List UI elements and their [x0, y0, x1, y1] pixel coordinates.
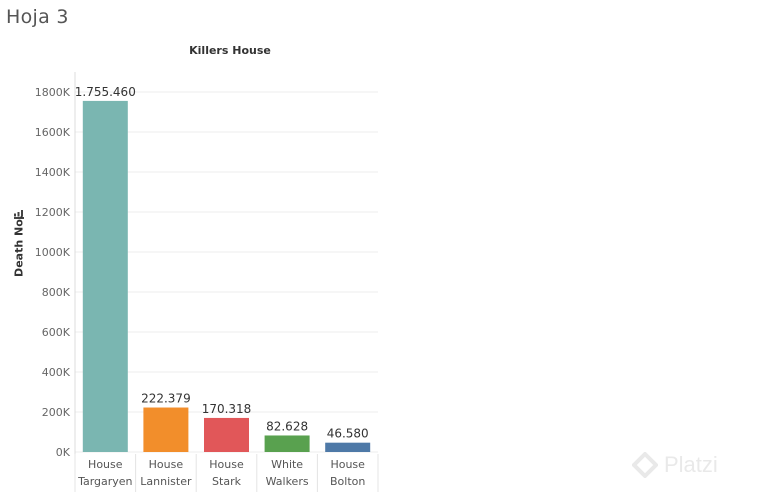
watermark-text: Platzi [664, 452, 718, 477]
x-tick-label: House [88, 458, 123, 471]
y-tick-label: 0K [56, 446, 71, 459]
y-tick-label: 200K [42, 406, 71, 419]
data-label: 46.580 [327, 427, 369, 441]
bar[interactable] [204, 417, 249, 452]
y-tick-label: 1400K [35, 166, 71, 179]
x-tick-label: Targaryen [77, 475, 132, 488]
x-tick-label: Lannister [140, 475, 192, 488]
y-tick-label: 1600K [35, 126, 71, 139]
y-tick-label: 1000K [35, 246, 71, 259]
platzi-logo-icon [632, 452, 658, 478]
x-tick-label: House [149, 458, 184, 471]
bar-chart: 0K 200K 400K 600K 800K 1000K 1200K 1400K 1600K 18… [35, 72, 379, 492]
x-tick-label: Walkers [266, 475, 309, 488]
y-tick-label: 600K [42, 326, 71, 339]
y-tick-label: 1800K [35, 86, 71, 99]
data-label: 1.755.460 [75, 85, 136, 99]
x-tick-label: White [271, 458, 303, 471]
x-tick-label: Stark [212, 475, 242, 488]
bar[interactable] [325, 442, 371, 452]
x-tick-label: Bolton [330, 475, 365, 488]
data-label: 170.318 [202, 402, 252, 416]
x-tick-label: House [209, 458, 244, 471]
x-tick-label: House [330, 458, 365, 471]
bar[interactable] [264, 435, 310, 452]
data-label: 222.379 [141, 392, 191, 406]
y-tick-label: 800K [42, 286, 71, 299]
bar[interactable] [143, 407, 189, 452]
y-tick-label: 400K [42, 366, 71, 379]
bar[interactable] [82, 100, 128, 453]
y-tick-label: 1200K [35, 206, 71, 219]
data-label: 82.628 [266, 419, 308, 433]
platzi-watermark: Platzi [632, 452, 718, 478]
